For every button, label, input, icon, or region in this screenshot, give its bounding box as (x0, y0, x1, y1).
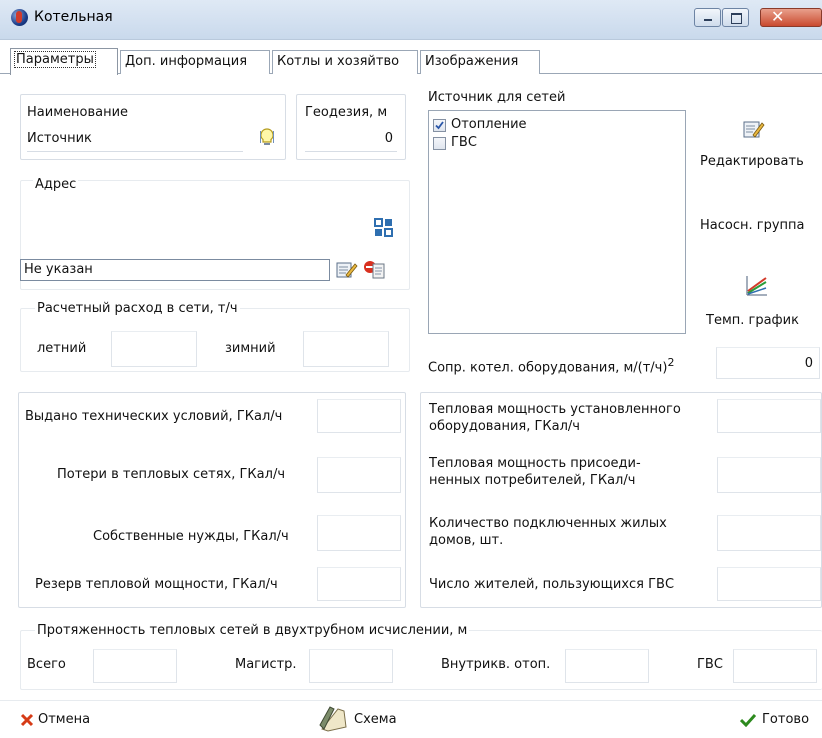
name-underline (27, 151, 243, 152)
ready-label: Готово (762, 712, 810, 727)
reserve-label: Резерв тепловой мощности, ГКал/ч (35, 577, 278, 592)
network-losses-field[interactable] (317, 457, 401, 493)
installed-capacity-field[interactable] (717, 399, 821, 433)
resistance-field[interactable]: 0 (716, 347, 820, 379)
name-group: Наименование Источник (20, 94, 286, 160)
connected-capacity-label: Тепловая мощность присоеди-ненных потреб… (429, 455, 641, 489)
main-length-label: Магистр. (235, 657, 297, 672)
inner-length-label: Внутрикв. отоп. (441, 657, 551, 672)
checkbox[interactable] (433, 137, 446, 150)
connected-capacity-field[interactable] (717, 457, 821, 493)
app-icon (11, 9, 28, 26)
minimize-button[interactable] (694, 8, 721, 27)
window-title: Котельная (34, 9, 113, 25)
address-label: Адрес (33, 177, 79, 192)
tab-parameters[interactable]: Параметры (10, 48, 118, 75)
scheme-icon (318, 705, 348, 733)
issued-conditions-field[interactable] (317, 399, 401, 433)
clear-address-icon[interactable] (362, 258, 386, 282)
cancel-label: Отмена (38, 712, 91, 727)
right-stats-group: Тепловая мощность установленного оборудов… (420, 392, 822, 608)
houses-count-label: Количество подключенных жилых домов, шт. (429, 515, 667, 549)
lightbulb-icon[interactable] (257, 127, 277, 149)
residents-label: Число жителей, пользующихся ГВС (429, 577, 675, 592)
checkbox[interactable] (433, 119, 446, 132)
source-item-label: Отопление (451, 117, 527, 132)
title-bar[interactable]: Котельная ✕ (0, 0, 822, 40)
close-button[interactable]: ✕ (760, 7, 822, 27)
hot-water-length-label: ГВС (697, 657, 723, 672)
hot-water-length-field[interactable] (733, 649, 817, 683)
edit-address-icon[interactable] (336, 260, 358, 280)
resistance-superscript: 2 (667, 356, 675, 369)
reserve-field[interactable] (317, 567, 401, 601)
houses-count-field[interactable] (717, 515, 821, 551)
geodesy-group: Геодезия, м 0 (296, 94, 406, 160)
label-line: оборудования, ГКал/ч (429, 419, 580, 434)
geodesy-label: Геодезия, м (305, 105, 388, 120)
network-losses-label: Потери в тепловых сетях, ГКал/ч (57, 467, 286, 482)
installed-capacity-label: Тепловая мощность установленного оборудов… (429, 401, 681, 435)
name-label: Наименование (27, 105, 129, 120)
network-length-group: Протяженность тепловых сетей в двухтрубн… (20, 623, 822, 690)
tab-extra-info[interactable]: Доп. информация (120, 50, 270, 74)
source-list[interactable]: Отопление ГВС (428, 110, 686, 334)
tab-label: Котлы и хозяйтво (277, 54, 400, 69)
label-line: Количество подключенных жилых (429, 516, 667, 531)
flow-group: Расчетный расход в сети, т/ч летний зимн… (20, 301, 410, 372)
main-length-field[interactable] (309, 649, 393, 683)
summer-flow-field[interactable] (111, 331, 197, 367)
own-needs-field[interactable] (317, 515, 401, 551)
tab-label: Доп. информация (125, 54, 248, 69)
flow-label: Расчетный расход в сети, т/ч (35, 301, 240, 316)
scheme-label: Схема (354, 712, 397, 727)
source-label: Источник для сетей (428, 90, 566, 105)
left-stats-group: Выдано технических условий, ГКал/ч Потер… (18, 392, 406, 608)
network-length-label: Протяженность тепловых сетей в двухтрубн… (35, 623, 470, 638)
name-value[interactable]: Источник (27, 131, 92, 146)
tab-label: Параметры (14, 51, 96, 68)
geodesy-value[interactable]: 0 (385, 131, 393, 146)
pump-group-button[interactable]: Насосн. группа (700, 218, 805, 233)
winter-label: зимний (225, 341, 276, 356)
edit-icon[interactable] (742, 118, 766, 140)
inner-length-field[interactable] (565, 649, 649, 683)
issued-conditions-label: Выдано технических условий, ГКал/ч (25, 409, 283, 424)
label-line: Тепловая мощность присоеди- (429, 456, 641, 471)
total-length-label: Всего (27, 657, 66, 672)
resistance-label: Сопр. котел. оборудования, м/(т/ч)2 (428, 356, 674, 375)
edit-button[interactable]: Редактировать (700, 154, 804, 169)
winter-flow-field[interactable] (303, 331, 389, 367)
source-item-label: ГВС (451, 135, 477, 150)
label-line: Тепловая мощность установленного (429, 402, 681, 417)
resistance-label-text: Сопр. котел. оборудования, м/(т/ч) (428, 360, 668, 376)
geodesy-underline (305, 151, 397, 152)
maximize-button[interactable] (722, 8, 749, 27)
temp-chart-button[interactable]: Темп. график (706, 313, 799, 328)
tab-boilers[interactable]: Котлы и хозяйтво (272, 50, 418, 74)
temperature-chart-icon[interactable] (744, 274, 768, 298)
bottom-bar: Отмена Схема Готово (0, 700, 822, 738)
tab-label: Изображения (425, 54, 519, 69)
summer-label: летний (37, 341, 87, 356)
address-input[interactable]: Не указан (20, 259, 330, 281)
cancel-icon (20, 713, 34, 727)
own-needs-label: Собственные нужды, ГКал/ч (93, 529, 289, 544)
tab-images[interactable]: Изображения (420, 50, 540, 74)
label-line: домов, шт. (429, 533, 504, 548)
resistance-value: 0 (804, 356, 813, 371)
map-grid-icon[interactable] (373, 217, 395, 239)
label-line: ненных потребителей, ГКал/ч (429, 473, 636, 488)
close-icon: ✕ (771, 7, 785, 26)
total-length-field[interactable] (93, 649, 177, 683)
check-icon (739, 713, 757, 728)
residents-field[interactable] (717, 567, 821, 601)
